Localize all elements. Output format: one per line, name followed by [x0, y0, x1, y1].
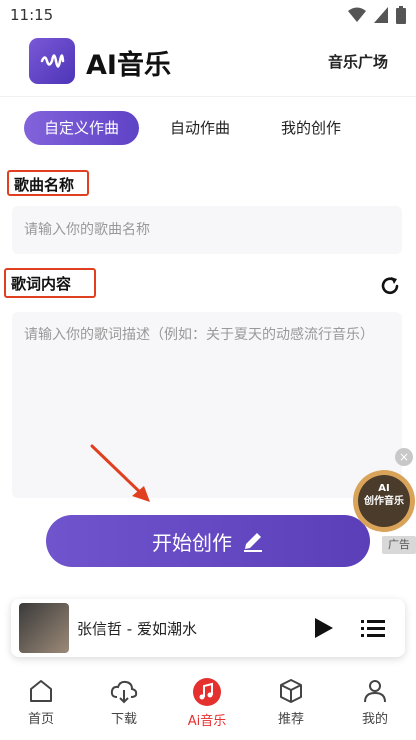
person-icon	[364, 680, 386, 703]
song-name-label: 歌曲名称	[7, 170, 89, 196]
ad-floating-badge[interactable]: AI 创作音乐	[353, 470, 415, 532]
tab-auto-compose[interactable]: 自动作曲	[155, 111, 245, 145]
nav-home[interactable]: 首页	[6, 678, 76, 727]
home-icon	[30, 680, 52, 702]
bottom-nav: 首页 下载 Ai音乐 推荐 我的	[0, 670, 416, 740]
battery-icon	[396, 6, 406, 24]
nav-ai-music-label: Ai音乐	[187, 714, 227, 729]
play-icon[interactable]	[311, 616, 335, 640]
box-icon	[280, 679, 302, 703]
status-time: 11:15	[10, 6, 54, 24]
status-icons	[348, 6, 406, 24]
wifi-icon	[348, 7, 366, 22]
tab-bar: 自定义作曲 自动作曲 我的创作	[0, 96, 416, 162]
app-header: AI音乐 音乐广场	[0, 30, 416, 96]
nav-recommend-label: 推荐	[277, 712, 304, 727]
nav-home-label: 首页	[27, 712, 54, 727]
nav-mine[interactable]: 我的	[340, 678, 410, 727]
cloud-download-icon	[110, 680, 138, 704]
album-cover	[19, 603, 69, 653]
now-playing-title: 张信哲 - 爱如潮水	[77, 620, 197, 638]
app-title: AI音乐	[86, 50, 171, 81]
nav-mine-label: 我的	[361, 712, 388, 727]
ad-badge-line2: 创作音乐	[364, 496, 404, 507]
tab-my-creations[interactable]: 我的创作	[266, 111, 356, 145]
red-arrow-icon	[90, 444, 150, 502]
music-square-link[interactable]: 音乐广场	[328, 51, 388, 72]
music-note-icon	[193, 678, 221, 706]
pencil-icon	[244, 533, 262, 552]
signal-icon	[374, 7, 388, 23]
tab-custom-compose[interactable]: 自定义作曲	[24, 111, 139, 145]
song-name-input[interactable]: 请输入你的歌曲名称	[12, 206, 402, 254]
nav-download-label: 下载	[110, 712, 137, 727]
start-create-label: 开始创作	[152, 530, 232, 555]
ad-badge-line1: AI	[378, 483, 390, 494]
start-create-button[interactable]: 开始创作	[46, 515, 370, 567]
refresh-icon[interactable]	[378, 274, 402, 298]
lyric-label: 歌词内容	[4, 268, 96, 298]
ad-close-button[interactable]: ×	[395, 448, 413, 466]
status-bar: 11:15	[0, 0, 416, 30]
playlist-icon[interactable]	[361, 616, 385, 640]
nav-recommend[interactable]: 推荐	[256, 678, 326, 727]
nav-download[interactable]: 下载	[89, 678, 159, 727]
lyric-input[interactable]: 请输入你的歌词描述（例如：关于夏天的动感流行音乐）	[12, 312, 402, 498]
nav-ai-music[interactable]: Ai音乐	[172, 678, 242, 729]
app-logo	[29, 38, 75, 84]
ad-tag: 广告	[382, 536, 416, 554]
mini-player[interactable]: 张信哲 - 爱如潮水	[11, 599, 405, 657]
waveform-icon	[40, 54, 65, 68]
